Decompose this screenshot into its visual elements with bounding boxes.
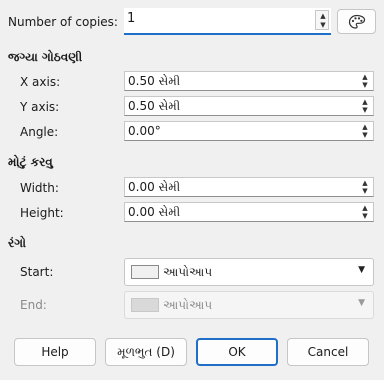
triangle-up-icon[interactable]: ▲ [358, 98, 372, 106]
triangle-up-icon[interactable]: ▲ [358, 204, 372, 212]
copies-label: Number of copies: [8, 15, 118, 29]
start-label: Start: [20, 265, 54, 279]
end-label: End: [20, 298, 47, 312]
enlargement-heading: મોટું કરવુ [8, 155, 53, 169]
triangle-up-icon[interactable]: ▲ [316, 12, 330, 20]
triangle-down-icon[interactable]: ▼ [358, 131, 372, 139]
start-color-dropdown[interactable]: આપોઆપ ▼ [124, 258, 374, 286]
x-axis-value[interactable]: 0.50 સેમી [128, 74, 180, 89]
copies-input[interactable]: 1 ▲ ▼ [124, 8, 331, 35]
x-axis-spinbox[interactable]: 0.50 સેમી ▲ ▼ [124, 71, 374, 91]
reset-button[interactable]: મૂળભુત (D) [105, 338, 187, 366]
chevron-down-icon[interactable]: ▼ [358, 265, 365, 275]
angle-label: Angle: [20, 125, 59, 139]
triangle-down-icon[interactable]: ▼ [358, 106, 372, 114]
triangle-up-icon[interactable]: ▲ [358, 123, 372, 131]
triangle-down-icon[interactable]: ▼ [358, 81, 372, 89]
y-axis-value[interactable]: 0.50 સેમી [128, 99, 180, 114]
end-color-dropdown: આપોઆપ ▼ [124, 291, 374, 319]
angle-spinbox[interactable]: 0.00° ▲ ▼ [124, 121, 374, 141]
color-palette-button[interactable] [337, 9, 376, 34]
palette-icon [348, 14, 365, 29]
x-axis-label: X axis: [20, 75, 61, 89]
width-label: Width: [20, 181, 59, 195]
angle-value[interactable]: 0.00° [128, 124, 161, 138]
triangle-down-icon[interactable]: ▼ [316, 21, 330, 29]
triangle-up-icon[interactable]: ▲ [358, 179, 372, 187]
y-axis-label: Y axis: [20, 100, 60, 114]
ok-button[interactable]: OK [196, 338, 278, 366]
y-axis-spinbox[interactable]: 0.50 સેમી ▲ ▼ [124, 96, 374, 116]
height-spinbox[interactable]: 0.00 સેમી ▲ ▼ [124, 202, 374, 222]
cancel-button[interactable]: Cancel [287, 338, 369, 366]
width-spinbox[interactable]: 0.00 સેમી ▲ ▼ [124, 177, 374, 197]
colors-heading: રંગો [8, 236, 26, 250]
end-color-swatch [131, 298, 159, 312]
height-label: Height: [20, 206, 64, 220]
start-color-swatch [131, 265, 159, 279]
copies-value[interactable]: 1 [127, 11, 135, 26]
chevron-down-icon: ▼ [358, 298, 365, 308]
triangle-up-icon[interactable]: ▲ [358, 73, 372, 81]
help-button[interactable]: Help [14, 338, 96, 366]
height-value[interactable]: 0.00 સેમી [128, 205, 180, 220]
width-value[interactable]: 0.00 સેમી [128, 180, 180, 195]
end-color-value: આપોઆપ [163, 298, 213, 312]
placement-heading: જગ્યા ગોઠવણી [8, 50, 83, 64]
triangle-down-icon[interactable]: ▼ [358, 187, 372, 195]
triangle-down-icon[interactable]: ▼ [358, 212, 372, 220]
copies-spin-buttons[interactable]: ▲ ▼ [315, 10, 329, 30]
start-color-value: આપોઆપ [163, 265, 213, 279]
